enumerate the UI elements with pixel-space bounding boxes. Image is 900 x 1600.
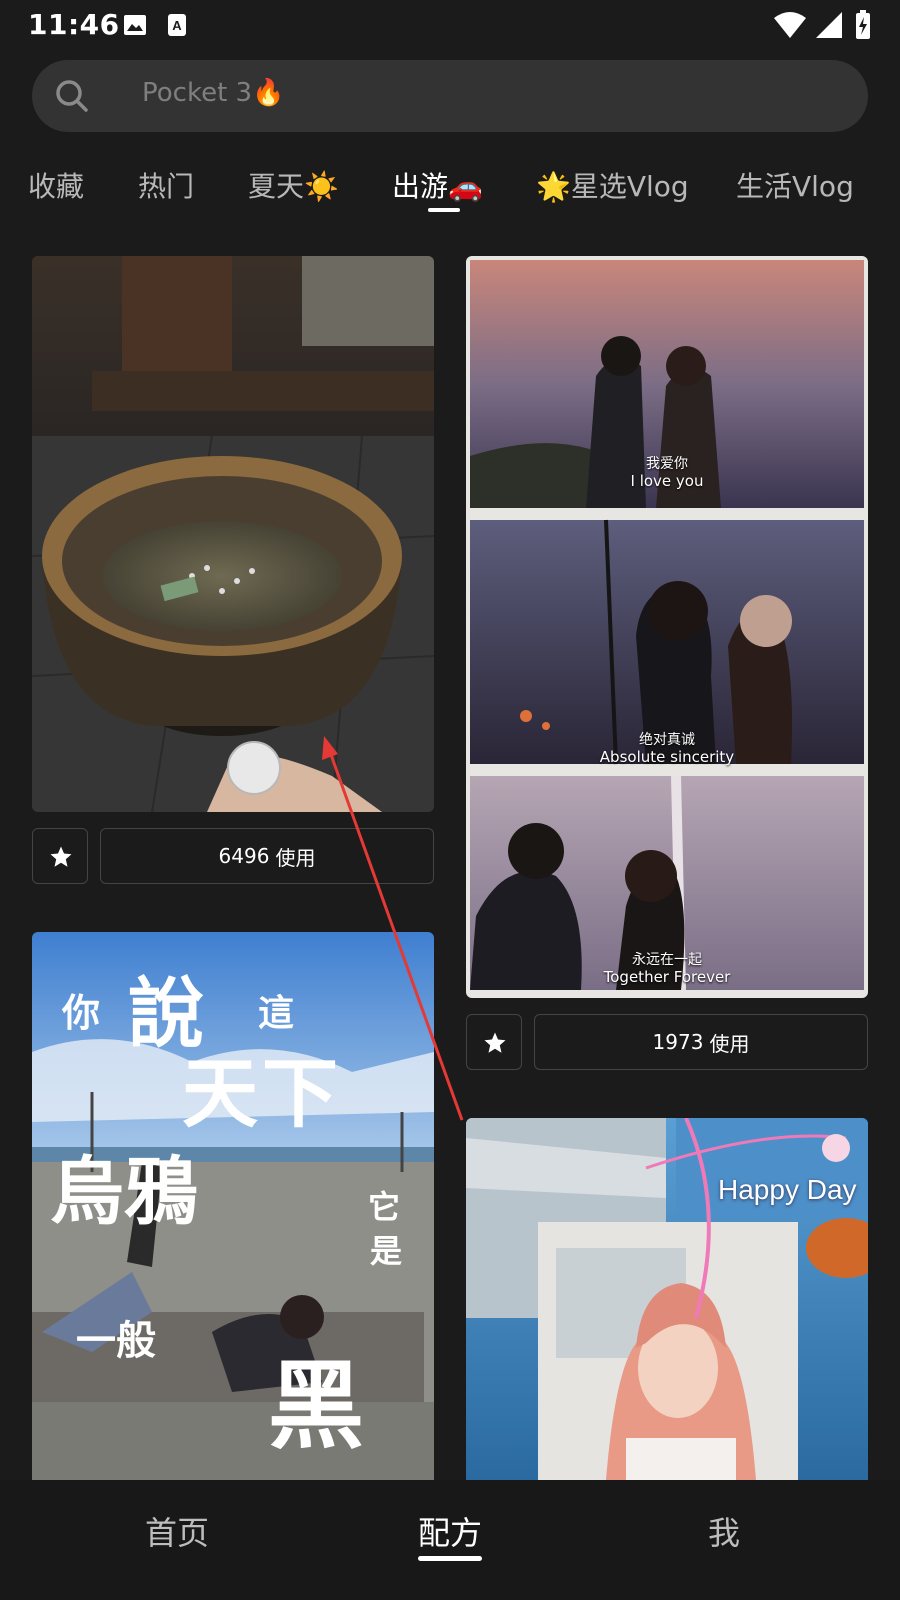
image-icon bbox=[124, 15, 146, 35]
template-card-crow-poster[interactable]: 你 說 這 天下 烏鴉 它 是 一般 黑 bbox=[32, 932, 434, 1480]
template-card-couple-film[interactable]: 我爱你 I love you 绝对真诚 Absolute sincerity 永… bbox=[466, 256, 868, 998]
tab-favorites[interactable]: 收藏 bbox=[28, 165, 84, 205]
search-bar[interactable]: Pocket 3🔥 bbox=[32, 60, 868, 132]
use-label: 使用 bbox=[275, 845, 316, 870]
status-right-icons bbox=[774, 10, 870, 39]
poster-text-hei: 黑 bbox=[268, 1349, 364, 1462]
caption-2: 绝对真诚 Absolute sincerity bbox=[466, 732, 868, 766]
status-bar: 11:46 A bbox=[0, 0, 900, 50]
sticker-happy-day: Happy Day bbox=[718, 1174, 857, 1205]
use-label: 使用 bbox=[709, 1031, 750, 1056]
caption-cn: 永远在一起 bbox=[632, 952, 702, 968]
category-tabs: 收藏 热门 夏天☀️ 出游🚗 🌟星选Vlog 生活Vlog bbox=[0, 155, 900, 225]
caption-cn: 绝对真诚 bbox=[639, 732, 695, 748]
tab-popular[interactable]: 热门 bbox=[138, 165, 194, 205]
caption-en: Absolute sincerity bbox=[599, 748, 735, 766]
use-template-button[interactable]: 6496 使用 bbox=[100, 828, 434, 884]
nav-home[interactable]: 首页 bbox=[145, 1508, 209, 1554]
nav-me[interactable]: 我 bbox=[708, 1508, 740, 1554]
bottom-nav: 首页 配方 我 bbox=[0, 1480, 900, 1600]
tab-outing[interactable]: 出游🚗 bbox=[392, 165, 483, 205]
caption-en: I love you bbox=[630, 472, 704, 490]
wifi-icon bbox=[774, 12, 806, 38]
caption-3: 永远在一起 Together Forever bbox=[466, 952, 868, 986]
active-tab-indicator bbox=[428, 208, 460, 212]
search-placeholder: Pocket 3🔥 bbox=[142, 78, 285, 108]
nav-recipes[interactable]: 配方 bbox=[418, 1508, 482, 1554]
template-card-wishing-pot[interactable] bbox=[32, 256, 434, 812]
poster-text-ta: 它 bbox=[368, 1188, 401, 1226]
star-icon bbox=[484, 1032, 506, 1053]
tab-life-vlog[interactable]: 生活Vlog bbox=[736, 165, 854, 205]
signal-icon bbox=[816, 12, 842, 38]
poster-text-ni: 你 bbox=[62, 990, 101, 1035]
card-thumbnail bbox=[470, 260, 864, 991]
active-nav-indicator bbox=[418, 1556, 482, 1561]
template-card-happy-day[interactable]: Happy Day bbox=[466, 1118, 868, 1480]
favorite-button[interactable] bbox=[466, 1014, 522, 1070]
card-thumbnail bbox=[466, 1118, 868, 1480]
poster-text-wuya: 烏鴉 bbox=[50, 1149, 198, 1235]
tab-summer[interactable]: 夏天☀️ bbox=[248, 165, 339, 205]
use-count: 1973 bbox=[652, 1030, 704, 1054]
caption-cn: 我爱你 bbox=[646, 456, 688, 472]
search-icon bbox=[56, 80, 88, 112]
star-icon bbox=[50, 846, 72, 867]
caption-1: 我爱你 I love you bbox=[466, 456, 868, 490]
card-thumbnail bbox=[32, 256, 434, 812]
favorite-button[interactable] bbox=[32, 828, 88, 884]
poster-text-yiban: 一般 bbox=[76, 1317, 156, 1364]
use-template-button[interactable]: 1973 使用 bbox=[534, 1014, 868, 1070]
poster-text-tianxia: 天下 bbox=[182, 1049, 342, 1138]
svg-text:A: A bbox=[172, 18, 182, 33]
font-icon: A bbox=[168, 14, 186, 36]
poster-text-shi: 是 bbox=[370, 1232, 403, 1270]
tab-featured-vlog[interactable]: 🌟星选Vlog bbox=[536, 165, 689, 205]
caption-en: Together Forever bbox=[603, 968, 731, 986]
use-count: 6496 bbox=[218, 844, 270, 868]
battery-icon bbox=[856, 10, 870, 39]
status-time: 11:46 bbox=[28, 8, 120, 41]
poster-text-zhe: 這 bbox=[258, 992, 295, 1034]
